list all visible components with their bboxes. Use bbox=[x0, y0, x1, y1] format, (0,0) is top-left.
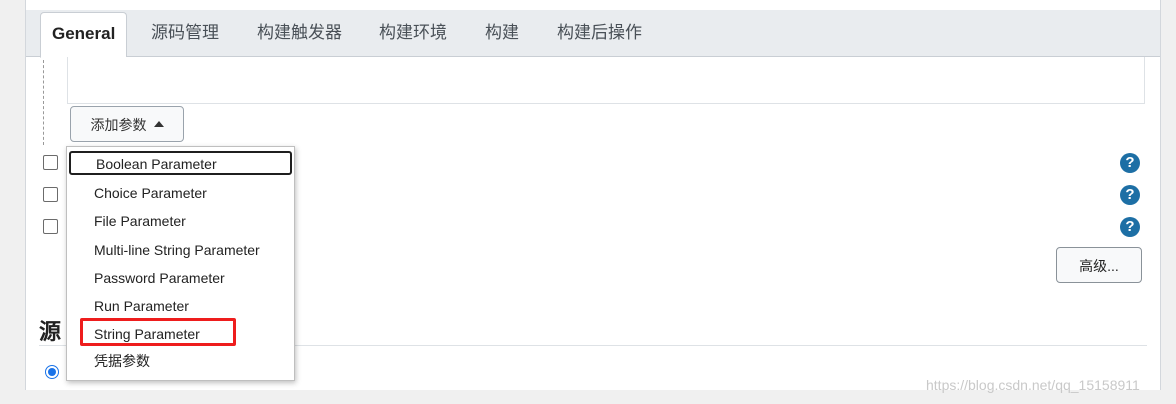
option-checkbox-1[interactable] bbox=[43, 155, 58, 170]
string-parameter-highlight bbox=[80, 318, 236, 346]
menu-item-multiline-string-parameter[interactable]: Multi-line String Parameter bbox=[67, 237, 294, 263]
menu-item-password-parameter[interactable]: Password Parameter bbox=[67, 265, 294, 291]
tab-build-triggers[interactable]: 构建触发器 bbox=[257, 10, 342, 56]
menu-item-run-parameter[interactable]: Run Parameter bbox=[67, 293, 294, 319]
advanced-button[interactable]: 高级... bbox=[1056, 247, 1142, 283]
caret-up-icon bbox=[153, 121, 164, 128]
menu-item-credentials-parameter[interactable]: 凭据参数 bbox=[67, 348, 294, 374]
tab-source-management[interactable]: 源码管理 bbox=[151, 10, 219, 56]
add-parameter-label: 添加参数 bbox=[90, 117, 147, 133]
watermark: https://blog.csdn.net/qq_15158911 bbox=[926, 377, 1140, 393]
parameter-block-divider bbox=[43, 60, 44, 145]
menu-item-file-parameter[interactable]: File Parameter bbox=[67, 208, 294, 234]
option-checkbox-3[interactable] bbox=[43, 219, 58, 234]
add-parameter-button[interactable]: 添加参数 bbox=[70, 106, 184, 142]
scm-radio-selected[interactable] bbox=[45, 365, 59, 379]
menu-item-boolean-parameter[interactable]: Boolean Parameter bbox=[69, 151, 292, 175]
help-icon[interactable]: ? bbox=[1120, 153, 1140, 173]
parameter-list-area bbox=[67, 57, 1145, 104]
config-tab-bar: General 源码管理 构建触发器 构建环境 构建 构建后操作 bbox=[26, 10, 1160, 58]
help-icon[interactable]: ? bbox=[1120, 217, 1140, 237]
tab-build-environment[interactable]: 构建环境 bbox=[379, 10, 447, 56]
tab-build[interactable]: 构建 bbox=[485, 10, 519, 56]
help-icon[interactable]: ? bbox=[1120, 185, 1140, 205]
option-checkbox-2[interactable] bbox=[43, 187, 58, 202]
tab-general[interactable]: General bbox=[40, 12, 128, 58]
menu-item-choice-parameter[interactable]: Choice Parameter bbox=[67, 180, 294, 206]
source-section-title: 源 bbox=[39, 319, 62, 344]
tab-post-build-actions[interactable]: 构建后操作 bbox=[557, 10, 642, 56]
